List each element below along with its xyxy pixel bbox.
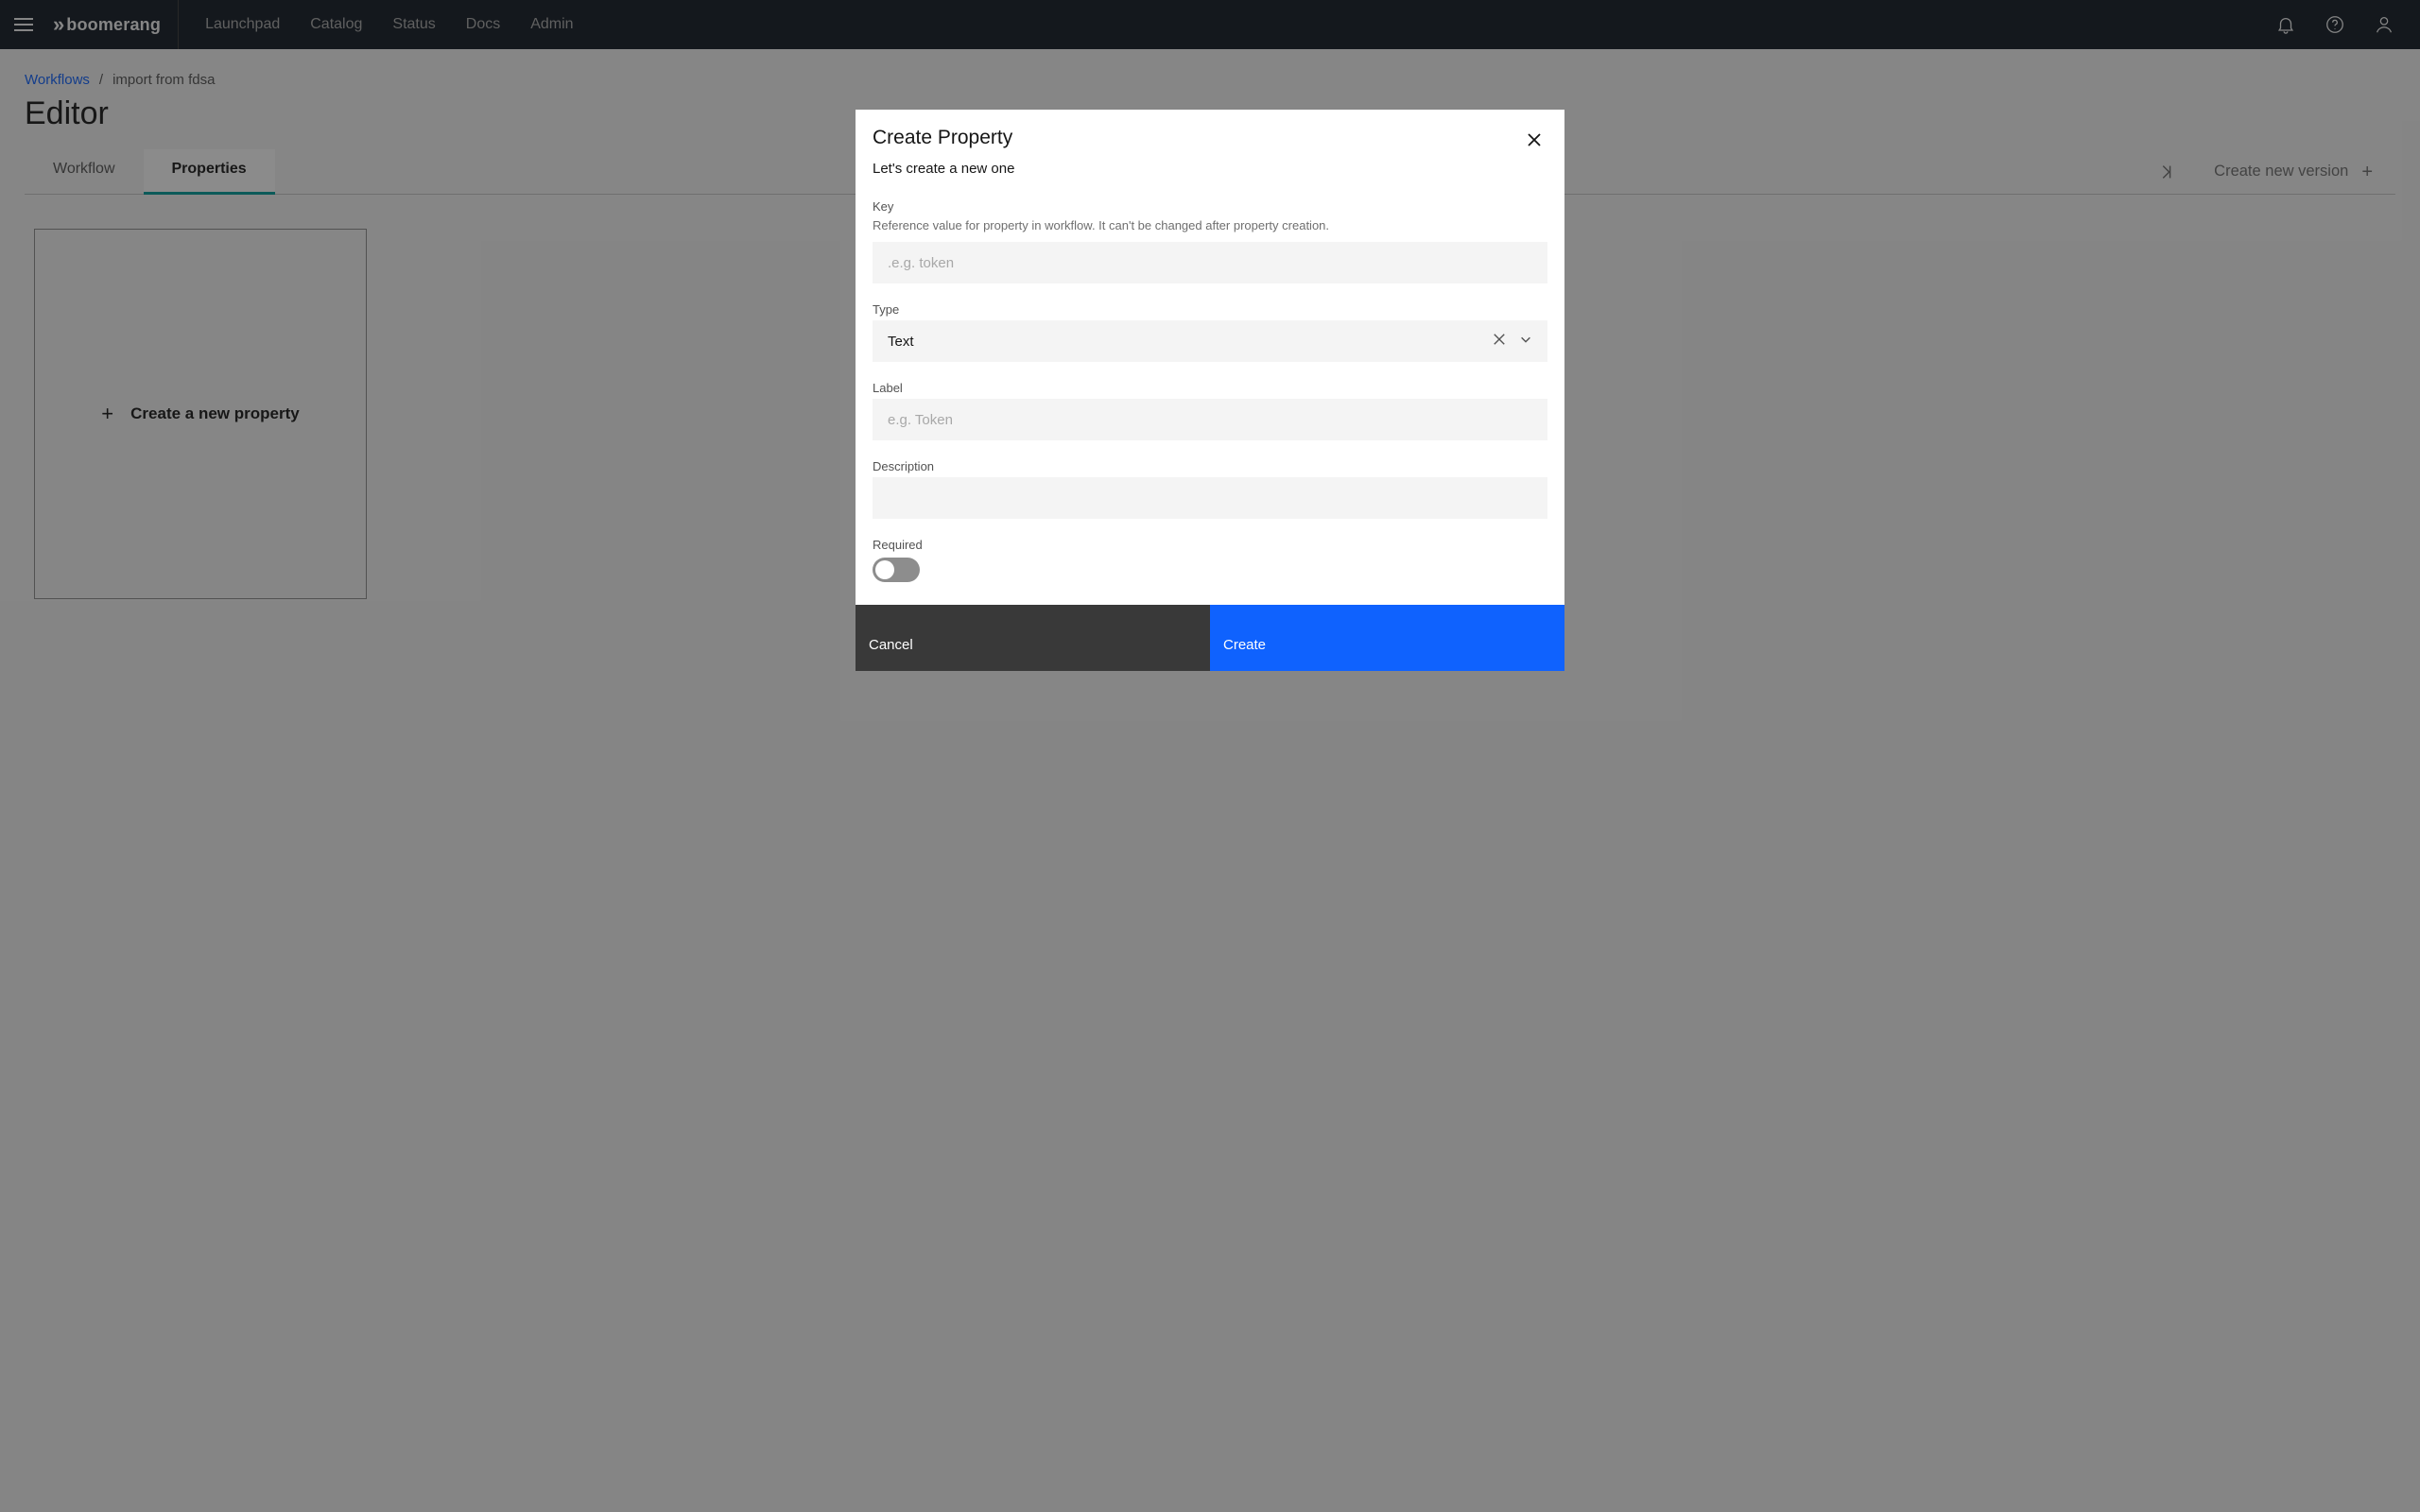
- cancel-button[interactable]: Cancel: [856, 605, 1210, 671]
- field-required: Required: [873, 538, 1547, 582]
- key-help: Reference value for property in workflow…: [873, 217, 1547, 234]
- modal-body: Key Reference value for property in work…: [856, 186, 1564, 605]
- required-toggle[interactable]: [873, 558, 920, 582]
- create-property-modal: Create Property Let's create a new one K…: [856, 110, 1564, 671]
- label-input[interactable]: [873, 399, 1547, 440]
- modal-close-button[interactable]: [1521, 127, 1547, 153]
- modal-title: Create Property: [873, 127, 1521, 149]
- label-label: Label: [873, 381, 1547, 395]
- chevron-down-icon[interactable]: [1519, 333, 1532, 350]
- create-button[interactable]: Create: [1210, 605, 1564, 671]
- description-input[interactable]: [873, 477, 1547, 519]
- modal-subtitle: Let's create a new one: [873, 161, 1521, 177]
- key-label: Key: [873, 199, 1547, 214]
- modal-overlay[interactable]: Create Property Let's create a new one K…: [0, 0, 2420, 1512]
- description-label: Description: [873, 459, 1547, 473]
- field-type: Type Text: [873, 302, 1547, 362]
- required-label: Required: [873, 538, 1547, 552]
- field-label: Label: [873, 381, 1547, 440]
- modal-header: Create Property Let's create a new one: [856, 110, 1564, 186]
- key-input[interactable]: [873, 242, 1547, 284]
- type-select[interactable]: Text: [873, 320, 1547, 362]
- type-label: Type: [873, 302, 1547, 317]
- field-key: Key Reference value for property in work…: [873, 199, 1547, 284]
- modal-footer: Cancel Create: [856, 605, 1564, 671]
- type-value: Text: [888, 334, 914, 350]
- clear-icon[interactable]: [1493, 333, 1506, 350]
- field-description: Description: [873, 459, 1547, 519]
